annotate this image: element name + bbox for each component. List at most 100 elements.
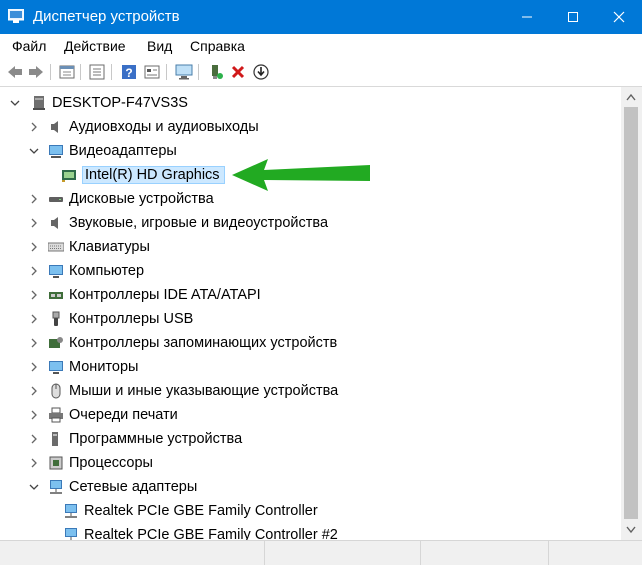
computer-icon xyxy=(33,96,45,110)
storage-controller-icon xyxy=(49,337,63,348)
tree-item-processors[interactable]: Процессоры xyxy=(28,452,153,474)
toolbar-separator xyxy=(198,64,199,80)
vertical-scrollbar[interactable] xyxy=(621,87,642,540)
status-segment xyxy=(420,541,549,565)
chevron-right-icon[interactable] xyxy=(28,193,40,205)
software-device-icon xyxy=(52,432,58,446)
tree-item-ide-controllers[interactable]: Контроллеры IDE ATA/ATAPI xyxy=(28,284,261,306)
tree-item-realtek-1[interactable]: Realtek PCIe GBE Family Controller xyxy=(63,500,318,522)
chevron-right-icon[interactable] xyxy=(28,337,40,349)
forward-button[interactable] xyxy=(27,63,45,81)
chevron-right-icon[interactable] xyxy=(28,361,40,373)
maximize-button[interactable] xyxy=(550,0,596,34)
display-adapter-icon xyxy=(49,145,63,158)
speaker-icon xyxy=(51,121,58,133)
keyboard-icon xyxy=(48,242,64,252)
processor-icon xyxy=(49,456,63,470)
tree-item-software-devices[interactable]: Программные устройства xyxy=(28,428,242,450)
chevron-right-icon[interactable] xyxy=(28,289,40,301)
tree-item-computer[interactable]: Компьютер xyxy=(28,260,144,282)
annotation-arrow-icon xyxy=(232,159,370,191)
tree-item-label: Контроллеры запоминающих устройств xyxy=(69,335,338,351)
tree-item-network-adapters[interactable]: Сетевые адаптеры xyxy=(28,476,197,498)
device-tree[interactable]: DESKTOP-F47VS3S Аудиовходы и аудиовыходы… xyxy=(0,87,621,540)
tree-item-label: Видеоадаптеры xyxy=(69,143,177,159)
chevron-right-icon[interactable] xyxy=(28,265,40,277)
scan-hardware-button[interactable] xyxy=(175,63,193,81)
toolbar-separator xyxy=(80,64,81,80)
tree-item-label: Клавиатуры xyxy=(69,239,150,255)
menu-action[interactable]: Действие xyxy=(64,38,126,54)
tree-item-monitors[interactable]: Мониторы xyxy=(28,356,138,378)
chevron-right-icon[interactable] xyxy=(28,313,40,325)
tree-root[interactable]: DESKTOP-F47VS3S xyxy=(0,92,188,114)
tree-item-realtek-2[interactable]: Realtek PCIe GBE Family Controller #2 xyxy=(63,524,338,540)
view-button[interactable] xyxy=(143,63,161,81)
tree-item-label: Сетевые адаптеры xyxy=(69,479,198,495)
disk-icon xyxy=(49,197,63,202)
close-icon xyxy=(613,11,625,23)
chevron-down-icon[interactable] xyxy=(28,145,40,157)
maximize-icon xyxy=(568,12,578,22)
network-icon xyxy=(50,480,62,494)
chevron-right-icon[interactable] xyxy=(28,385,40,397)
list-view-button[interactable] xyxy=(88,63,106,81)
display-adapter-icon xyxy=(62,170,76,182)
tree-item-label: Realtek PCIe GBE Family Controller xyxy=(84,503,318,519)
tree-item-storage-controllers[interactable]: Контроллеры запоминающих устройств xyxy=(28,332,337,354)
uninstall-device-button[interactable] xyxy=(229,63,247,81)
properties-button[interactable] xyxy=(58,63,76,81)
view-icon xyxy=(144,65,160,79)
update-driver-button[interactable] xyxy=(207,63,225,81)
tree-item-label: Realtek PCIe GBE Family Controller #2 xyxy=(84,527,338,540)
tree-item-keyboards[interactable]: Клавиатуры xyxy=(28,236,150,258)
tree-item-display-adapters[interactable]: Видеоадаптеры xyxy=(28,140,177,162)
mouse-icon xyxy=(51,383,61,399)
tree-item-label: Аудиовходы и аудиовыходы xyxy=(69,119,259,135)
tree-item-label: Мониторы xyxy=(69,359,139,375)
forward-arrow-icon xyxy=(29,66,43,78)
help-button[interactable]: ? xyxy=(120,63,138,81)
tree-item-mice[interactable]: Мыши и иные указывающие устройства xyxy=(28,380,338,402)
tree-item-sound-devices[interactable]: Звуковые, игровые и видеоустройства xyxy=(28,212,328,234)
tree-item-label: Мыши и иные указывающие устройства xyxy=(69,383,339,399)
monitor-icon xyxy=(175,64,193,80)
tree-item-usb-controllers[interactable]: Контроллеры USB xyxy=(28,308,193,330)
back-button[interactable] xyxy=(6,63,24,81)
scrollbar-thumb[interactable] xyxy=(624,107,638,519)
properties-icon xyxy=(59,65,75,79)
list-icon xyxy=(89,64,105,80)
chevron-right-icon[interactable] xyxy=(28,121,40,133)
menu-view[interactable]: Вид xyxy=(147,38,172,54)
chevron-down-icon[interactable] xyxy=(9,97,21,109)
tree-item-intel-hd-graphics[interactable]: Intel(R) HD Graphics xyxy=(61,164,225,186)
chevron-right-icon[interactable] xyxy=(28,217,40,229)
chevron-right-icon[interactable] xyxy=(28,457,40,469)
tree-item-print-queues[interactable]: Очереди печати xyxy=(28,404,178,426)
uninstall-icon xyxy=(231,65,245,79)
minimize-button[interactable] xyxy=(504,0,550,34)
enable-device-button[interactable] xyxy=(252,63,270,81)
menu-file[interactable]: Файл xyxy=(12,38,46,54)
tree-item-label: Звуковые, игровые и видеоустройства xyxy=(69,215,329,231)
chevron-right-icon[interactable] xyxy=(28,433,40,445)
scroll-up-icon[interactable] xyxy=(626,93,636,101)
tree-item-label: Компьютер xyxy=(69,263,145,279)
scroll-down-icon[interactable] xyxy=(626,526,636,534)
menu-bar: Файл Действие Вид Справка xyxy=(0,34,642,58)
network-icon xyxy=(65,504,77,518)
chevron-right-icon[interactable] xyxy=(28,241,40,253)
menu-help[interactable]: Справка xyxy=(190,38,245,54)
minimize-icon xyxy=(522,16,532,18)
back-arrow-icon xyxy=(8,66,22,78)
chevron-down-icon[interactable] xyxy=(28,481,40,493)
close-button[interactable] xyxy=(596,0,642,34)
ide-controller-icon xyxy=(49,292,63,299)
speaker-icon xyxy=(51,217,58,229)
tree-item-label: Процессоры xyxy=(69,455,153,471)
toolbar-separator xyxy=(166,64,167,80)
monitor-icon xyxy=(49,361,63,374)
tree-item-disk-drives[interactable]: Дисковые устройства xyxy=(28,188,214,210)
tree-item-audio-io[interactable]: Аудиовходы и аудиовыходы xyxy=(28,116,259,138)
chevron-right-icon[interactable] xyxy=(28,409,40,421)
